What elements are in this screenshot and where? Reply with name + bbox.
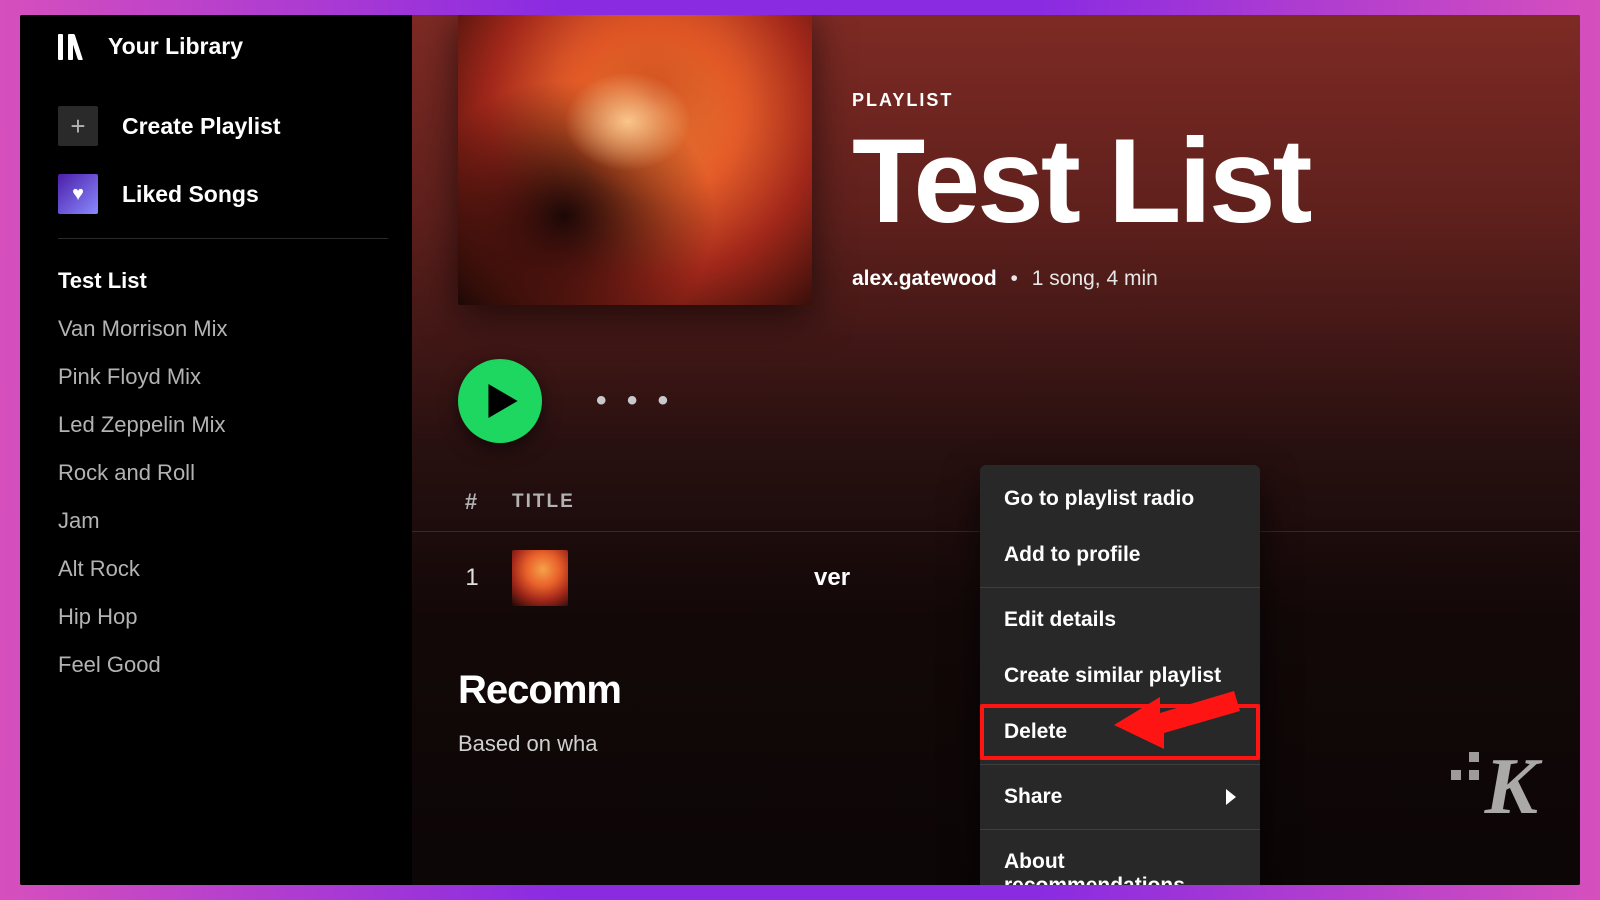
play-icon (488, 384, 518, 418)
track-title-partial: ver (814, 564, 850, 592)
sidebar-divider (58, 238, 388, 239)
action-bar: • • • (412, 325, 1580, 471)
more-options-button[interactable]: • • • (584, 376, 686, 426)
app-window: Your Library + Create Playlist ♥ Liked S… (20, 15, 1580, 885)
liked-songs-row[interactable]: ♥ Liked Songs (58, 160, 388, 228)
create-playlist-label: Create Playlist (122, 113, 281, 140)
track-thumbnail (512, 550, 568, 606)
sidebar-playlist-item[interactable]: Rock and Roll (58, 449, 388, 497)
sidebar-playlist-item[interactable]: Alt Rock (58, 545, 388, 593)
sidebar: Your Library + Create Playlist ♥ Liked S… (20, 15, 412, 885)
chevron-right-icon (1226, 789, 1236, 805)
context-menu-item-label: Delete (1004, 720, 1067, 744)
column-number: # (458, 489, 486, 515)
sidebar-playlist-item[interactable]: Pink Floyd Mix (58, 353, 388, 401)
context-menu-separator (980, 764, 1260, 765)
sidebar-playlist-item[interactable]: Hip Hop (58, 593, 388, 641)
playlist-meta: alex.gatewood • 1 song, 4 min (852, 267, 1310, 291)
context-menu-item[interactable]: Share (980, 769, 1260, 825)
playlist-list: Test ListVan Morrison MixPink Floyd MixL… (58, 257, 388, 689)
context-menu-item-label: About recommendations (1004, 850, 1236, 885)
sidebar-playlist-item[interactable]: Van Morrison Mix (58, 305, 388, 353)
playlist-duration: 4 min (1106, 267, 1157, 290)
liked-songs-label: Liked Songs (122, 181, 259, 208)
main-panel: PLAYLIST Test List alex.gatewood • 1 son… (412, 15, 1580, 885)
your-library-row[interactable]: Your Library (58, 25, 388, 92)
sidebar-playlist-item[interactable]: Feel Good (58, 641, 388, 689)
heart-icon: ♥ (58, 174, 98, 214)
playlist-header: PLAYLIST Test List alex.gatewood • 1 son… (412, 15, 1580, 325)
playlist-song-count: 1 song, (1032, 267, 1101, 290)
plus-icon: + (58, 106, 98, 146)
playlist-header-text: PLAYLIST Test List alex.gatewood • 1 son… (852, 90, 1310, 305)
create-playlist-row[interactable]: + Create Playlist (58, 92, 388, 160)
context-menu-item-label: Add to profile (1004, 543, 1140, 567)
content-type-label: PLAYLIST (852, 90, 1310, 111)
meta-separator: • (1003, 267, 1026, 290)
column-title: TITLE (512, 491, 575, 513)
context-menu-item[interactable]: Delete (980, 704, 1260, 760)
track-index: 1 (458, 564, 486, 592)
playlist-title[interactable]: Test List (852, 121, 1310, 241)
context-menu-item[interactable]: Create similar playlist (980, 648, 1260, 704)
context-menu-item[interactable]: Add to profile (980, 527, 1260, 583)
context-menu-item-label: Share (1004, 785, 1062, 809)
context-menu-item[interactable]: Edit details (980, 592, 1260, 648)
context-menu-separator (980, 829, 1260, 830)
library-icon (58, 34, 88, 60)
context-menu-item[interactable]: Go to playlist radio (980, 471, 1260, 527)
context-menu-item-label: Create similar playlist (1004, 664, 1221, 688)
context-menu-separator (980, 587, 1260, 588)
playlist-cover-art[interactable] (458, 15, 812, 305)
context-menu-item-label: Edit details (1004, 608, 1116, 632)
sidebar-playlist-item[interactable]: Led Zeppelin Mix (58, 401, 388, 449)
playlist-owner[interactable]: alex.gatewood (852, 267, 997, 290)
context-menu-item[interactable]: About recommendations (980, 834, 1260, 885)
context-menu-item-label: Go to playlist radio (1004, 487, 1194, 511)
your-library-label: Your Library (108, 33, 243, 60)
play-button[interactable] (458, 359, 542, 443)
context-menu: Go to playlist radio Add to profile Edit d… (980, 465, 1260, 885)
sidebar-playlist-item[interactable]: Jam (58, 497, 388, 545)
sidebar-playlist-item[interactable]: Test List (58, 257, 388, 305)
